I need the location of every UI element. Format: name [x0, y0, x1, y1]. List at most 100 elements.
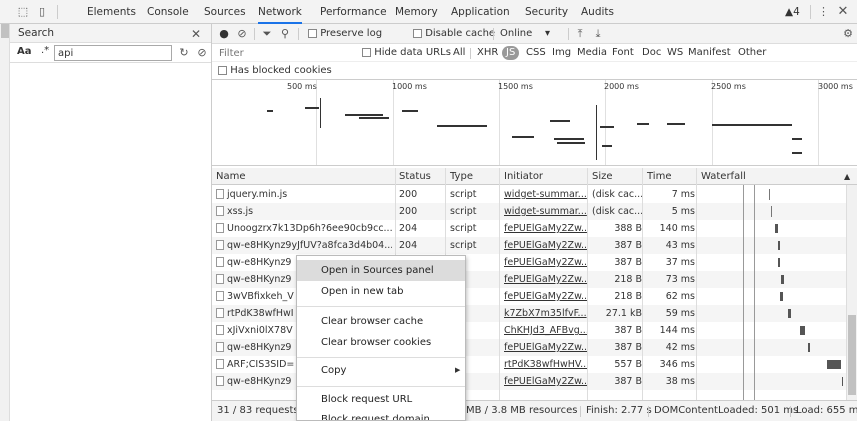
tab-console[interactable]: Console: [147, 0, 189, 24]
more-options-icon[interactable]: ⋮: [818, 5, 829, 18]
menu-item-open-in-new-tab[interactable]: Open in new tab: [297, 281, 465, 302]
tab-sources[interactable]: Sources: [204, 0, 246, 24]
file-icon: [216, 290, 224, 301]
menu-item-copy[interactable]: Copy: [297, 360, 465, 381]
tab-performance[interactable]: Performance: [320, 0, 387, 24]
table-row[interactable]: xss.js 200 script widget-summar... (disk cac…: [212, 203, 857, 220]
search-panel: Search ✕ Aa .* ↻ ⊘: [10, 24, 212, 421]
cell-size: 387 B: [614, 240, 642, 251]
cell-initiator[interactable]: fePUElGaMy2Zw...: [504, 254, 588, 271]
cell-initiator[interactable]: ChKHJd3_AFBvg...: [504, 322, 588, 339]
filter-type-other[interactable]: Other: [738, 44, 766, 62]
menu-item-clear-browser-cache[interactable]: Clear browser cache: [297, 311, 465, 332]
match-case-toggle[interactable]: Aa: [17, 46, 32, 57]
table-row[interactable]: Unoogzrx7k13Dp6h?6ee90cb9cc... 204 script f…: [212, 220, 857, 237]
menu-item-open-in-sources[interactable]: Open in Sources panel: [297, 260, 465, 281]
tab-memory[interactable]: Memory: [395, 0, 438, 24]
close-devtools-icon[interactable]: ✕: [836, 4, 850, 19]
filter-input[interactable]: [216, 46, 356, 60]
cell-initiator[interactable]: rtPdK38wfHwHV...: [504, 356, 588, 373]
import-har-icon[interactable]: ⤒: [574, 27, 586, 41]
regex-toggle[interactable]: .*: [41, 45, 49, 56]
tab-network[interactable]: Network: [258, 0, 302, 24]
cell-initiator[interactable]: widget-summar...: [504, 186, 588, 203]
filter-type-img[interactable]: Img: [552, 44, 571, 62]
filter-icon[interactable]: ⏷: [261, 27, 273, 41]
finish-time: Finish: 2.77 s: [586, 405, 652, 416]
cell-size: 387 B: [614, 325, 642, 336]
filter-type-media[interactable]: Media: [577, 44, 607, 62]
clear-icon[interactable]: ⊘: [196, 46, 208, 59]
network-settings-icon[interactable]: ⚙: [842, 27, 854, 40]
file-icon: [216, 324, 224, 335]
cell-initiator[interactable]: fePUElGaMy2Zw...: [504, 339, 588, 356]
throttling-select[interactable]: Online ▾: [500, 24, 550, 44]
search-icon[interactable]: ⚲: [279, 27, 291, 40]
cell-status: 200: [399, 189, 418, 200]
tab-audits[interactable]: Audits: [581, 0, 614, 24]
table-row[interactable]: jquery.min.js 200 script widget-summar... (d…: [212, 186, 857, 203]
cell-initiator[interactable]: k7ZbX7m35lfvF...: [504, 305, 588, 322]
filter-type-all[interactable]: All: [453, 44, 465, 62]
cell-size: 557 B: [614, 359, 642, 370]
column-header-initiator[interactable]: Initiator: [504, 168, 543, 185]
left-scrollbar[interactable]: [0, 0, 10, 421]
clear-log-icon[interactable]: ⊘: [236, 27, 248, 40]
submenu-arrow-icon: ▶: [455, 366, 461, 374]
tab-security[interactable]: Security: [525, 0, 568, 24]
sort-up-icon[interactable]: ▲: [844, 168, 850, 185]
column-header-waterfall[interactable]: Waterfall: [701, 168, 746, 185]
menu-item-clear-browser-cookies[interactable]: Clear browser cookies: [297, 332, 465, 353]
file-icon: [216, 307, 224, 318]
search-input[interactable]: [54, 45, 172, 61]
file-icon: [216, 188, 224, 199]
filter-type-font[interactable]: Font: [612, 44, 634, 62]
filter-type-manifest[interactable]: Manifest: [688, 44, 731, 62]
column-header-size[interactable]: Size: [592, 168, 613, 185]
cell-initiator[interactable]: fePUElGaMy2Zw...: [504, 373, 588, 390]
cell-size: (disk cac...: [592, 189, 642, 200]
file-icon: [216, 256, 224, 267]
request-name: qw-e8HKynz9: [227, 342, 292, 353]
tab-application[interactable]: Application: [451, 0, 510, 24]
column-header-status[interactable]: Status: [399, 168, 431, 185]
tab-elements[interactable]: Elements: [87, 0, 136, 24]
cell-time: 140 ms: [659, 223, 695, 234]
load-time: Load: 655 ms: [796, 405, 857, 416]
refresh-icon[interactable]: ↻: [178, 46, 190, 59]
cell-initiator[interactable]: fePUElGaMy2Zw...: [504, 237, 588, 254]
column-header-name[interactable]: Name: [216, 168, 246, 185]
preserve-log-checkbox[interactable]: Preserve log: [308, 24, 382, 44]
cell-size: (disk cac...: [592, 206, 642, 217]
device-toolbar-icon[interactable]: ▯: [35, 5, 49, 18]
waterfall-bar: [808, 343, 810, 352]
filter-type-css[interactable]: CSS: [526, 44, 546, 62]
cell-initiator[interactable]: fePUElGaMy2Zw...: [504, 220, 588, 237]
cell-size: 388 B: [614, 223, 642, 234]
table-scrollbar-thumb[interactable]: [848, 315, 856, 395]
filter-type-ws[interactable]: WS: [667, 44, 683, 62]
column-header-time[interactable]: Time: [647, 168, 671, 185]
hide-data-urls-checkbox[interactable]: Hide data URLs: [362, 44, 451, 62]
warnings-badge[interactable]: ▲4: [785, 0, 800, 24]
disable-cache-checkbox[interactable]: Disable cache: [413, 24, 495, 44]
filter-type-xhr[interactable]: XHR: [477, 44, 498, 62]
has-blocked-cookies-checkbox[interactable]: Has blocked cookies: [218, 62, 332, 80]
waterfall-bar: [842, 377, 843, 386]
tick-label: 1500 ms: [498, 82, 533, 91]
filter-type-js[interactable]: JS: [502, 46, 520, 60]
table-row[interactable]: qw-e8HKynz9yJfUV?a8fca3d4b04... 204 script…: [212, 237, 857, 254]
cell-initiator[interactable]: fePUElGaMy2Zw...: [504, 271, 588, 288]
column-header-type[interactable]: Type: [450, 168, 473, 185]
timeline-overview[interactable]: 500 ms 1000 ms 1500 ms 2000 ms 2500 ms 3…: [212, 80, 857, 166]
record-icon[interactable]: ●: [218, 27, 230, 40]
menu-item-block-request-domain[interactable]: Block request domain: [297, 409, 465, 420]
menu-item-block-request-url[interactable]: Block request URL: [297, 389, 465, 410]
cell-initiator[interactable]: widget-summar...: [504, 203, 588, 220]
filter-type-doc[interactable]: Doc: [642, 44, 661, 62]
inspect-element-icon[interactable]: ⬚: [16, 5, 30, 18]
close-search-icon[interactable]: ✕: [190, 27, 202, 41]
export-har-icon[interactable]: ⤓: [592, 27, 604, 41]
cell-type: script: [450, 206, 477, 217]
cell-initiator[interactable]: fePUElGaMy2Zw...: [504, 288, 588, 305]
